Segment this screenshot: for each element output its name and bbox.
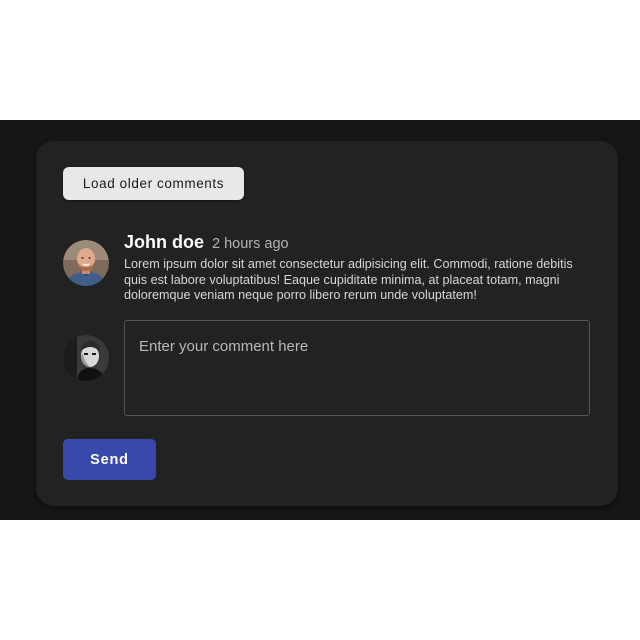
comment-text: Lorem ipsum dolor sit amet consectetur a… <box>124 257 573 302</box>
comment-header: John doe 2 hours ago <box>124 232 289 253</box>
comments-card: Load older comments John doe 2 hours ago… <box>36 141 618 506</box>
user-avatar-photo-icon <box>63 240 109 286</box>
current-user-avatar <box>63 335 109 381</box>
comment-input[interactable] <box>124 320 590 416</box>
comment-author[interactable]: John doe <box>124 232 204 253</box>
john-doe-avatar <box>63 240 109 286</box>
current-user-avatar-photo-icon <box>63 335 109 381</box>
send-button[interactable]: Send <box>63 439 156 480</box>
page-background: Load older comments John doe 2 hours ago… <box>0 120 640 520</box>
comment-timestamp: 2 hours ago <box>212 236 289 252</box>
load-older-comments-button[interactable]: Load older comments <box>63 167 244 200</box>
